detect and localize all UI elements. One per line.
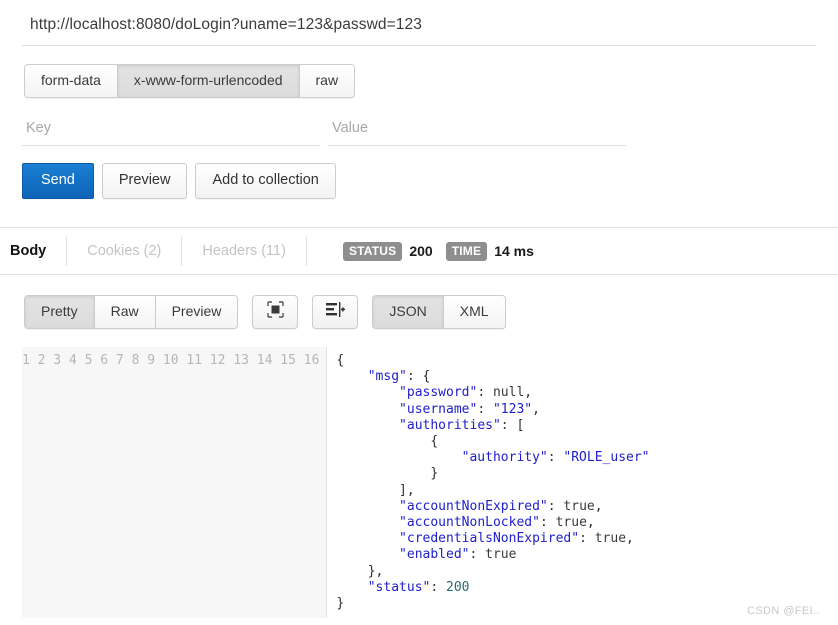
body-type-x-www-form-urlencoded[interactable]: x-www-form-urlencoded [117,65,300,97]
line-number-gutter: 1 2 3 4 5 6 7 8 9 10 11 12 13 14 15 16 [22,347,328,619]
view-mode-preview[interactable]: Preview [155,296,238,328]
language-json[interactable]: JSON [373,296,444,328]
language-segmented-control[interactable]: JSON XML [372,295,506,329]
body-type-form-data[interactable]: form-data [25,65,118,97]
response-meta-group: STATUS 200 TIME 14 ms [342,241,540,261]
time-value: 14 ms [494,243,534,259]
send-button[interactable]: Send [22,163,94,199]
response-tab-bar: Body Cookies (2) Headers (11) STATUS 200… [0,228,838,275]
language-xml[interactable]: XML [443,296,505,328]
tab-body[interactable]: Body [0,236,68,266]
response-format-toolbar: Pretty Raw Preview JSON XML [24,295,838,329]
fullscreen-icon [266,301,285,323]
body-type-row: form-data x-www-form-urlencoded raw [24,64,838,98]
body-type-segmented-control[interactable]: form-data x-www-form-urlencoded raw [24,64,356,98]
tab-cookies[interactable]: Cookies (2) [67,236,183,266]
view-mode-pretty[interactable]: Pretty [25,296,95,328]
view-mode-raw[interactable]: Raw [94,296,156,328]
status-value: 200 [409,243,433,259]
url-input[interactable]: http://localhost:8080/doLogin?uname=123&… [22,14,816,46]
time-badge: TIME [445,241,488,261]
value-input[interactable]: Value [328,118,626,146]
view-mode-segmented-control[interactable]: Pretty Raw Preview [24,295,239,329]
watermark: CSDN @FEI.. [746,605,820,617]
response-body-code[interactable]: { "msg": { "password": null, "username":… [327,347,838,618]
response-body-viewer[interactable]: 1 2 3 4 5 6 7 8 9 10 11 12 13 14 15 16 {… [22,347,838,619]
wrap-lines-button[interactable] [312,295,359,329]
status-badge: STATUS [342,241,403,261]
key-value-row: Key Value [22,118,816,146]
key-input[interactable]: Key [22,118,320,146]
request-url-row: http://localhost:8080/doLogin?uname=123&… [0,0,838,46]
body-type-raw[interactable]: raw [299,65,355,97]
wrap-lines-icon [325,301,346,323]
fullscreen-button[interactable] [252,295,299,329]
tab-headers[interactable]: Headers (11) [182,236,307,266]
preview-button[interactable]: Preview [101,163,188,199]
action-button-row: Send Preview Add to collection [22,163,838,199]
add-to-collection-button[interactable]: Add to collection [195,163,336,199]
